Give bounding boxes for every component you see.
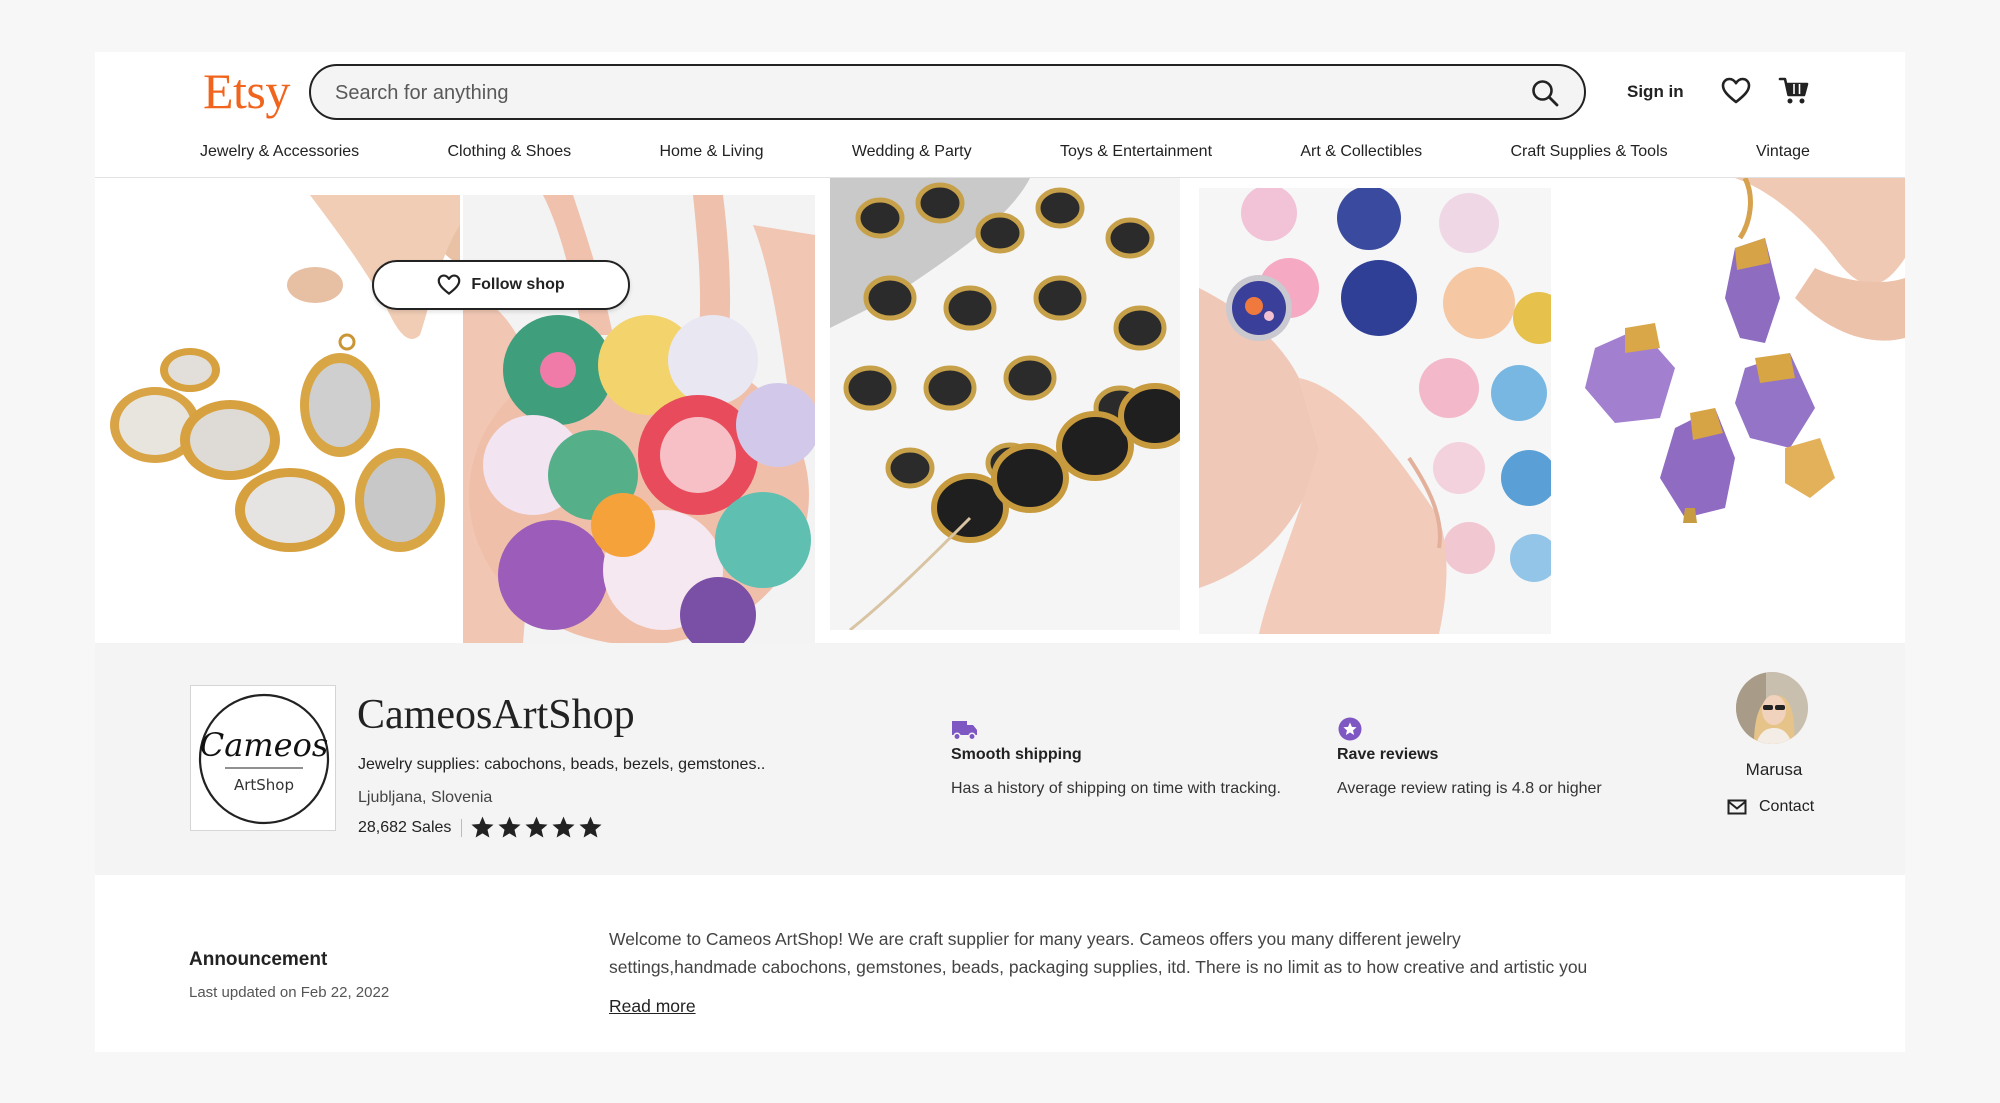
- shop-page: Etsy Sign in Jewelry & Accessories Cloth…: [95, 52, 1905, 1052]
- follow-shop-label: Follow shop: [471, 276, 565, 293]
- shop-tagline: Jewelry supplies: cabochons, beads, beze…: [358, 756, 766, 773]
- feature-smooth-shipping: Smooth shipping Has a history of shippin…: [951, 716, 1281, 798]
- amethyst-pendants-photo: [1565, 178, 1905, 643]
- category-nav: Jewelry & Accessories Clothing & Shoes H…: [200, 143, 1810, 171]
- striped-beads-photo: [830, 178, 1180, 630]
- follow-shop-button[interactable]: Follow shop: [372, 260, 630, 310]
- shop-banner: [95, 178, 1905, 643]
- star-icon: [471, 816, 494, 838]
- search-bar[interactable]: [309, 64, 1586, 120]
- feature-title: Smooth shipping: [951, 746, 1082, 763]
- cart-icon[interactable]: [1778, 76, 1810, 106]
- nav-vintage[interactable]: Vintage: [1756, 143, 1810, 171]
- feature-desc: Has a history of shipping on time with t…: [951, 780, 1281, 797]
- announcement-line: Welcome to Cameos ArtShop! We are craft …: [609, 929, 1461, 949]
- heart-icon[interactable]: [1721, 77, 1751, 105]
- etsy-logo[interactable]: Etsy: [203, 62, 290, 120]
- owner-avatar[interactable]: [1736, 672, 1808, 744]
- star-icon: [498, 816, 521, 838]
- nav-craft-supplies-tools[interactable]: Craft Supplies & Tools: [1511, 143, 1668, 171]
- star-badge-icon: [1338, 717, 1362, 741]
- announcement-text: Welcome to Cameos ArtShop! We are craft …: [609, 925, 1709, 981]
- star-icon: [525, 816, 548, 838]
- feature-title: Rave reviews: [1337, 746, 1439, 763]
- shop-location: Ljubljana, Slovenia: [358, 789, 493, 806]
- shop-info-section: Cameos ArtShop CameosArtShop Jewelry sup…: [95, 643, 1905, 875]
- heart-icon: [438, 274, 461, 295]
- truck-icon: [952, 721, 977, 741]
- nav-jewelry-accessories[interactable]: Jewelry & Accessories: [200, 143, 359, 171]
- star-icon: [552, 816, 575, 838]
- logo-sub-text: ArtShop: [234, 776, 294, 794]
- sign-in-link[interactable]: Sign in: [1627, 82, 1684, 102]
- announcement-title: Announcement: [189, 949, 328, 970]
- ring-cabochon-photo: [1199, 188, 1551, 634]
- nav-home-living[interactable]: Home & Living: [659, 143, 763, 171]
- shop-logo: Cameos ArtShop: [190, 685, 336, 831]
- contact-button[interactable]: Contact: [1727, 798, 1814, 816]
- nav-clothing-shoes[interactable]: Clothing & Shoes: [448, 143, 572, 171]
- owner-photo: [1736, 672, 1808, 744]
- envelope-icon: [1727, 799, 1747, 815]
- owner-name: Marusa: [1745, 760, 1803, 779]
- search-input[interactable]: [333, 78, 1487, 108]
- shop-logo-graphic: Cameos ArtShop: [198, 693, 330, 825]
- shop-name: CameosArtShop: [357, 692, 635, 738]
- logo-script-text: Cameos: [200, 726, 329, 764]
- sales-divider: [461, 819, 462, 837]
- announcement-updated: Last updated on Feb 22, 2022: [189, 984, 390, 1001]
- search-icon[interactable]: [1530, 78, 1560, 108]
- contact-label: Contact: [1759, 798, 1815, 815]
- nav-art-collectibles[interactable]: Art & Collectibles: [1300, 143, 1422, 171]
- shop-sales-count: 28,682 Sales: [358, 819, 452, 836]
- read-more-link[interactable]: Read more: [609, 996, 696, 1017]
- nav-wedding-party[interactable]: Wedding & Party: [852, 143, 972, 171]
- star-icon: [579, 816, 602, 838]
- announcement-line: settings,handmade cabochons, gemstones, …: [609, 957, 1588, 977]
- feature-desc: Average review rating is 4.8 or higher: [1337, 780, 1602, 797]
- feature-rave-reviews: Rave reviews Average review rating is 4.…: [1337, 716, 1602, 798]
- nav-toys-entertainment[interactable]: Toys & Entertainment: [1060, 143, 1212, 171]
- rating-stars[interactable]: [470, 815, 603, 840]
